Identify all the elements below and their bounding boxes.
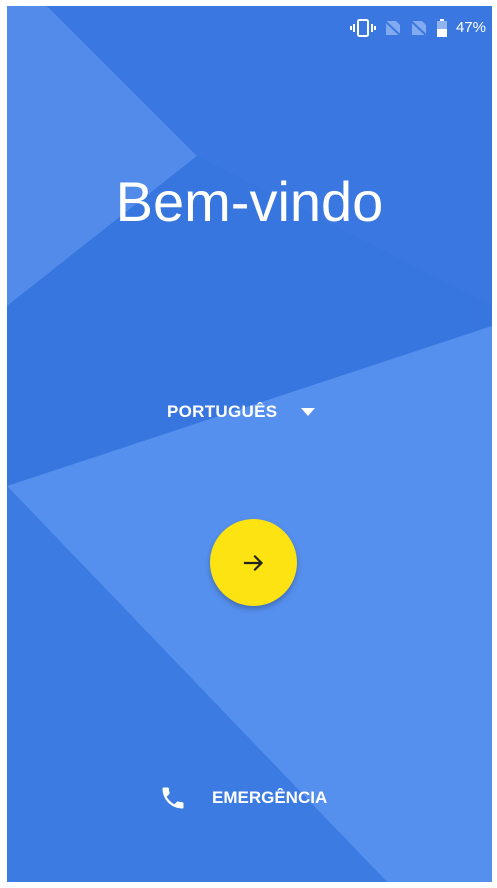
welcome-title: Bem-vindo (115, 170, 384, 233)
emergency-label: EMERGÊNCIA (212, 788, 328, 807)
emergency-call-button[interactable]: EMERGÊNCIA (159, 780, 327, 816)
language-label: PORTUGUÊS (167, 402, 278, 421)
next-button[interactable] (210, 519, 297, 606)
vibrate-icon (349, 19, 376, 37)
phone-icon (162, 787, 184, 809)
battery-icon (436, 19, 447, 37)
arrow-right-icon (243, 554, 263, 571)
status-icons: 47% (349, 18, 486, 38)
no-sim-icon (383, 19, 403, 38)
setup-welcome-screen: 47% Bem-vindo PORTUGUÊS EMERGÊNCIA (7, 6, 492, 882)
dropdown-caret-icon (301, 408, 316, 416)
battery-percent: 47% (455, 19, 486, 36)
background-shapes (7, 6, 492, 882)
status-bar: 47% (7, 6, 492, 50)
no-sim-icon (409, 19, 429, 38)
language-selector[interactable]: PORTUGUÊS (167, 394, 347, 430)
